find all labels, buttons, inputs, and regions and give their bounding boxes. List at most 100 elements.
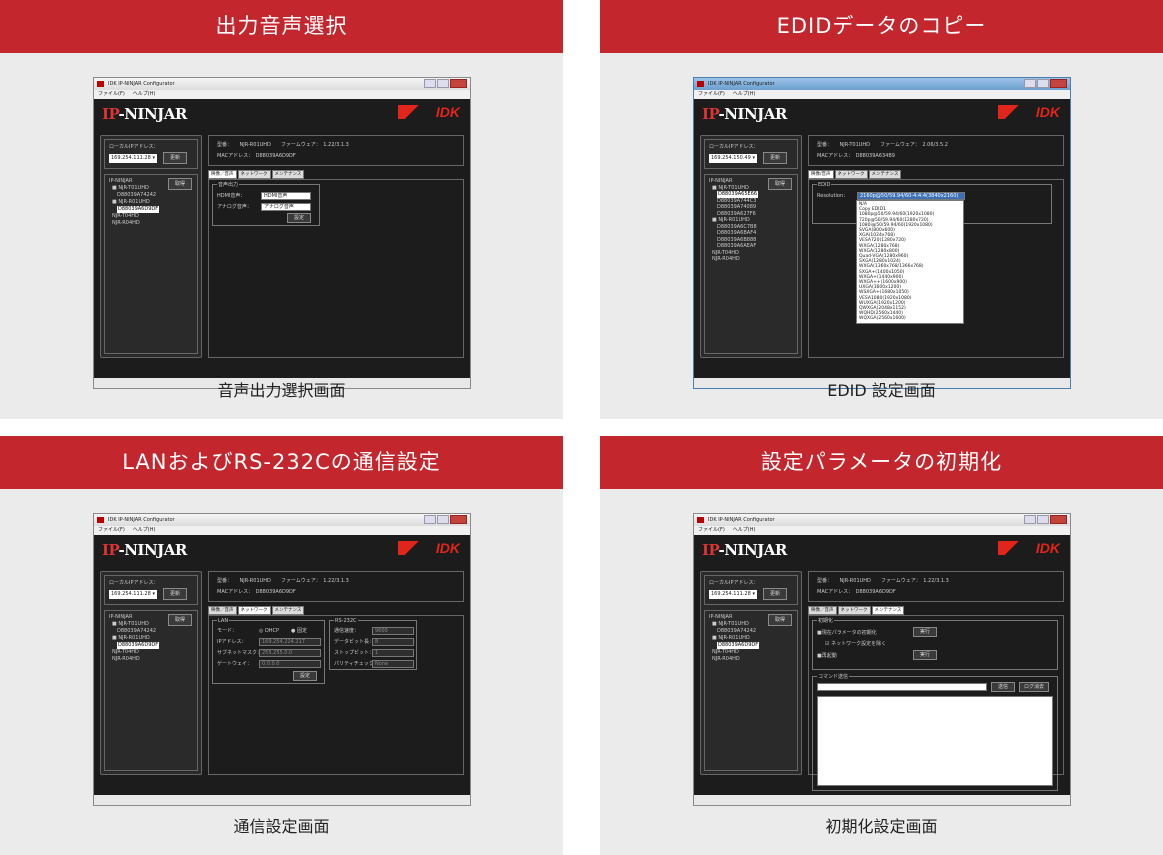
- tab-maintenance[interactable]: メンテナンス: [871, 606, 905, 615]
- run-reboot-button[interactable]: 実行: [913, 650, 937, 660]
- get-button[interactable]: 取得: [768, 614, 792, 626]
- stop-bits-select[interactable]: 1: [372, 649, 414, 657]
- ip-label: ローカルIPアドレス：: [109, 144, 159, 150]
- tree-item[interactable]: ■ NJR-R01UHD: [709, 635, 793, 642]
- app-body: IP-NINJAR IDK ローカルIPアドレス： 169.254.111.28…: [94, 535, 470, 805]
- send-button[interactable]: 送信: [991, 682, 1015, 692]
- close-button[interactable]: [1050, 79, 1067, 88]
- run-init-button[interactable]: 実行: [913, 627, 937, 637]
- tree-item-selected[interactable]: D88039A65E66: [717, 191, 759, 198]
- hdmi-select[interactable]: HDMI音声: [261, 192, 311, 200]
- ip-address-input[interactable]: 169.254.224.217: [259, 638, 321, 646]
- ip-select[interactable]: 169.254.111.28: [709, 590, 757, 599]
- update-button[interactable]: 更新: [163, 152, 187, 164]
- tab-video-audio[interactable]: 映像／音声: [208, 170, 237, 179]
- ip-box: ローカルIPアドレス： 169.254.150.49 更新: [704, 139, 798, 169]
- tab-video-audio[interactable]: 映像／音声: [808, 606, 837, 615]
- tree-item[interactable]: D88039A74242: [709, 628, 793, 635]
- minimize-button[interactable]: [424, 79, 436, 88]
- ip-select[interactable]: 169.254.111.28: [109, 590, 157, 599]
- baud-select[interactable]: 9600: [372, 627, 414, 635]
- info-mac: MACアドレス： D88039A6D9DF: [217, 589, 296, 595]
- app-body: IP-NINJAR IDK ローカルIPアドレス： 169.254.111.28…: [94, 99, 470, 388]
- tab-maintenance[interactable]: メンテナンス: [271, 170, 305, 179]
- dhcp-radio[interactable]: ◎ DHCP: [259, 627, 279, 635]
- tab-network[interactable]: ネットワーク: [237, 170, 271, 179]
- maximize-button[interactable]: [437, 79, 449, 88]
- ip-box: ローカルIPアドレス： 169.254.111.28 更新: [104, 575, 198, 605]
- command-input[interactable]: [817, 683, 987, 691]
- resolution-select[interactable]: 2160p@50/59.94/60-4:4:4(3840x2160): [857, 192, 965, 200]
- tree-item[interactable]: ■ NJR-R01UHD: [109, 199, 193, 206]
- tab-network[interactable]: ネットワーク: [837, 606, 871, 615]
- tree-item-selected[interactable]: D88039A6D9DF: [117, 642, 160, 649]
- tab-maintenance[interactable]: メンテナンス: [271, 606, 305, 615]
- minimize-button[interactable]: [424, 515, 436, 524]
- tab-network[interactable]: ネットワーク: [834, 170, 868, 179]
- lan-group: LAN モード： ◎ DHCP ● 固定 IPアドレス： 169.254.224…: [212, 617, 325, 684]
- title-bar: IDK IP-NINJAR Configurator: [694, 514, 1070, 526]
- get-button[interactable]: 取得: [168, 614, 192, 626]
- panel-edid: EDIDデータのコピー IDK IP-NINJAR Configurator フ…: [600, 0, 1163, 419]
- update-button[interactable]: 更新: [763, 152, 787, 164]
- right-pane: 型番： NJR-R01UHD ファームウェア： 1.22/3.1.3 MACアドレ…: [208, 571, 464, 775]
- log-area[interactable]: [817, 696, 1053, 786]
- tab-network[interactable]: ネットワーク: [237, 606, 271, 615]
- tree-item[interactable]: D88039A74242: [109, 628, 193, 635]
- close-button[interactable]: [1050, 515, 1067, 524]
- window-title: IDK IP-NINJAR Configurator: [108, 517, 175, 523]
- maximize-button[interactable]: [1037, 79, 1049, 88]
- subnet-label: サブネットマスク：: [217, 650, 263, 656]
- tree-item-selected[interactable]: D88039A6D9DF: [717, 642, 760, 649]
- tree-item[interactable]: NJR-T04HD: [709, 649, 793, 656]
- menu-file[interactable]: ファイル(F): [98, 91, 125, 97]
- tree-item[interactable]: NJR-R04HD: [109, 220, 193, 227]
- update-button[interactable]: 更新: [763, 588, 787, 600]
- close-button[interactable]: [450, 79, 467, 88]
- menu-file[interactable]: ファイル(F): [698, 91, 725, 97]
- keep-network-checkbox[interactable]: ☑ ネットワーク設定を除く: [825, 640, 886, 648]
- menu-help[interactable]: ヘルプ(H): [133, 91, 156, 97]
- ip-select[interactable]: 169.254.150.49: [709, 154, 757, 163]
- maximize-button[interactable]: [1037, 515, 1049, 524]
- menu-help[interactable]: ヘルプ(H): [133, 527, 156, 533]
- tree-item[interactable]: NJR-R04HD: [709, 656, 793, 663]
- parity-select[interactable]: None: [372, 660, 414, 668]
- get-button[interactable]: 取得: [168, 178, 192, 190]
- left-pane: ローカルIPアドレス： 169.254.111.28 更新 取得 IP-NINJ…: [700, 571, 802, 775]
- dropdown-option[interactable]: WQXGA(2560x1600): [859, 316, 961, 321]
- analog-select[interactable]: アナログ音声: [261, 203, 311, 211]
- tree-item[interactable]: NJR-T04HD: [109, 213, 193, 220]
- minimize-button[interactable]: [1024, 79, 1036, 88]
- update-button[interactable]: 更新: [163, 588, 187, 600]
- data-bits-select[interactable]: 8: [372, 638, 414, 646]
- set-button[interactable]: 設定: [287, 213, 311, 223]
- menu-help[interactable]: ヘルプ(H): [733, 527, 756, 533]
- clear-log-button[interactable]: ログ消去: [1019, 682, 1049, 692]
- menu-file[interactable]: ファイル(F): [98, 527, 125, 533]
- tree-item[interactable]: ■ NJR-R01UHD: [109, 635, 193, 642]
- tree-item[interactable]: NJR-R04HD: [709, 256, 793, 263]
- menu-help[interactable]: ヘルプ(H): [733, 91, 756, 97]
- app-icon: [97, 517, 104, 523]
- tab-video-audio[interactable]: 映像／音声: [208, 606, 237, 615]
- app-icon: [97, 81, 104, 87]
- set-button[interactable]: 設定: [293, 671, 317, 681]
- tree-item[interactable]: NJR-T04HD: [109, 649, 193, 656]
- tree-item-selected[interactable]: D88039A6D9DF: [117, 206, 160, 213]
- left-pane: ローカルIPアドレス： 169.254.111.28 更新 取得 IP-NINJ…: [100, 571, 202, 775]
- fixed-radio[interactable]: ● 固定: [291, 627, 307, 635]
- tab-maintenance[interactable]: メンテナンス: [868, 170, 902, 179]
- ip-select[interactable]: 169.254.111.28: [109, 154, 157, 163]
- minimize-button[interactable]: [1024, 515, 1036, 524]
- tree-item[interactable]: NJR-R04HD: [109, 656, 193, 663]
- tree-item[interactable]: D88039A74242: [109, 192, 193, 199]
- close-button[interactable]: [450, 515, 467, 524]
- menu-file[interactable]: ファイル(F): [698, 527, 725, 533]
- maximize-button[interactable]: [437, 515, 449, 524]
- gateway-input[interactable]: 0.0.0.0: [259, 660, 321, 668]
- get-button[interactable]: 取得: [768, 178, 792, 190]
- subnet-input[interactable]: 255.255.0.0: [259, 649, 321, 657]
- tab-bar: 映像／音声 ネットワーク メンテナンス: [208, 606, 305, 615]
- tab-video-audio[interactable]: 映像/音声: [808, 170, 834, 179]
